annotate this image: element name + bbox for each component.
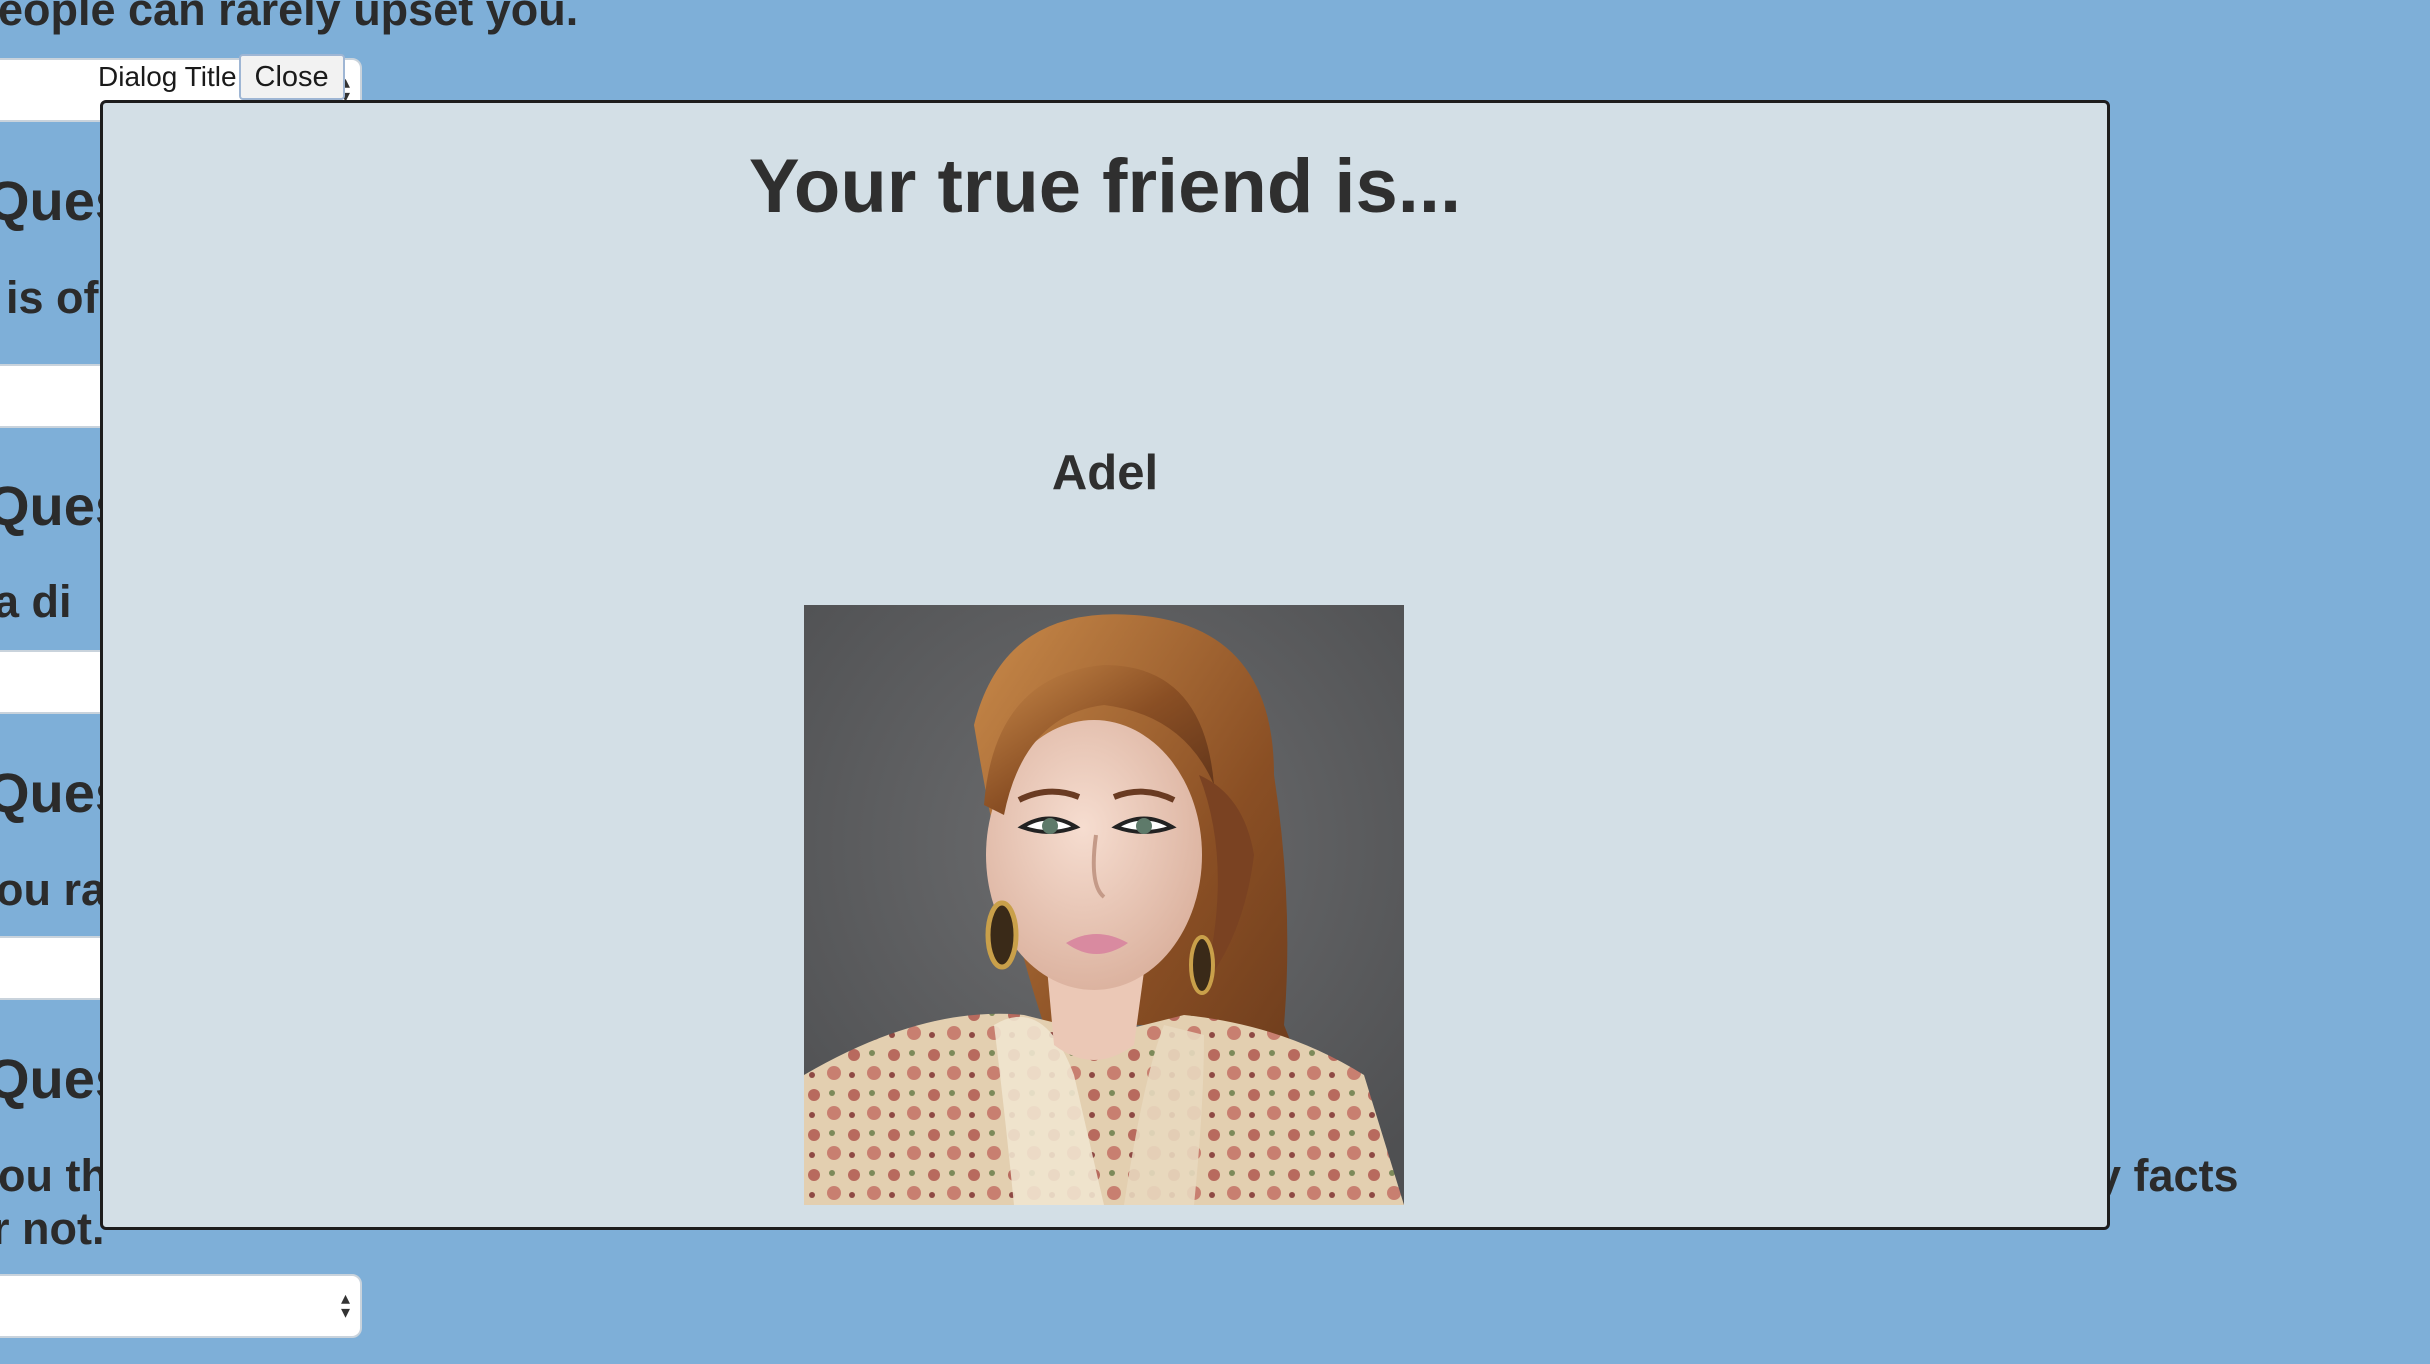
quiz-page: eople can rarely upset you. ▴ ▾ Ques is o… [0, 0, 2430, 1364]
question-text-5: ou th [0, 1150, 108, 1201]
answer-select-5[interactable]: ▴ ▾ [0, 1274, 362, 1338]
question-text-5-end: y facts [2096, 1150, 2239, 1201]
close-button[interactable]: Close [238, 54, 345, 100]
previous-question-text: eople can rarely upset you. [0, 0, 579, 35]
dialog-title: Dialog Title [98, 61, 237, 92]
select-arrows-icon: ▴▾ [340, 1288, 350, 1323]
question-text-5-line2: r not. [0, 1203, 105, 1254]
question-text-4: ou ra [0, 864, 107, 915]
question-text-3: a di [0, 576, 72, 627]
result-dialog: Your true friend is... Adel [100, 100, 2110, 1230]
dialog-titlebar: Dialog Title Close [98, 54, 345, 100]
question-text-2: is of [6, 272, 99, 323]
result-heading: Your true friend is... [748, 144, 1462, 229]
result-portrait-image [804, 605, 1404, 1205]
portrait-illustration [804, 605, 1404, 1205]
result-name: Adel [1051, 446, 1159, 500]
